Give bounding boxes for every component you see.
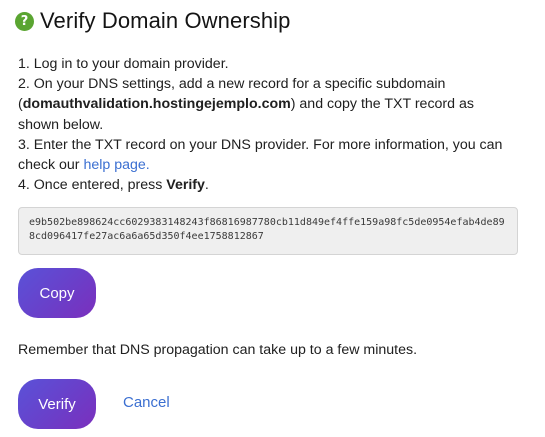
dialog-header: ? Verify Domain Ownership	[15, 8, 291, 34]
step-1: 1. Log in to your domain provider.	[18, 56, 229, 72]
help-page-link[interactable]: help page.	[83, 157, 149, 173]
instruction-steps: 1. Log in to your domain provider. 2. On…	[18, 54, 518, 195]
step-4: 4. Once entered, press Verify.	[18, 177, 209, 194]
verify-keyword: Verify	[166, 177, 205, 194]
propagation-notice: Remember that DNS propagation can take u…	[18, 342, 418, 358]
cancel-button[interactable]: Cancel	[123, 394, 170, 411]
subdomain-name: domauthvalidation.hostingejemplo.com	[22, 96, 291, 113]
page-title: Verify Domain Ownership	[40, 8, 291, 33]
step-3: 3. Enter the TXT record on your DNS prov…	[18, 136, 503, 174]
step-2: 2. On your DNS settings, add a new recor…	[18, 76, 474, 133]
txt-record-field[interactable]: e9b502be898624cc6029383148243f8681698778…	[18, 207, 518, 255]
help-circle-icon: ?	[15, 11, 34, 31]
copy-button[interactable]: Copy	[18, 268, 96, 318]
verify-button[interactable]: Verify	[18, 379, 96, 429]
